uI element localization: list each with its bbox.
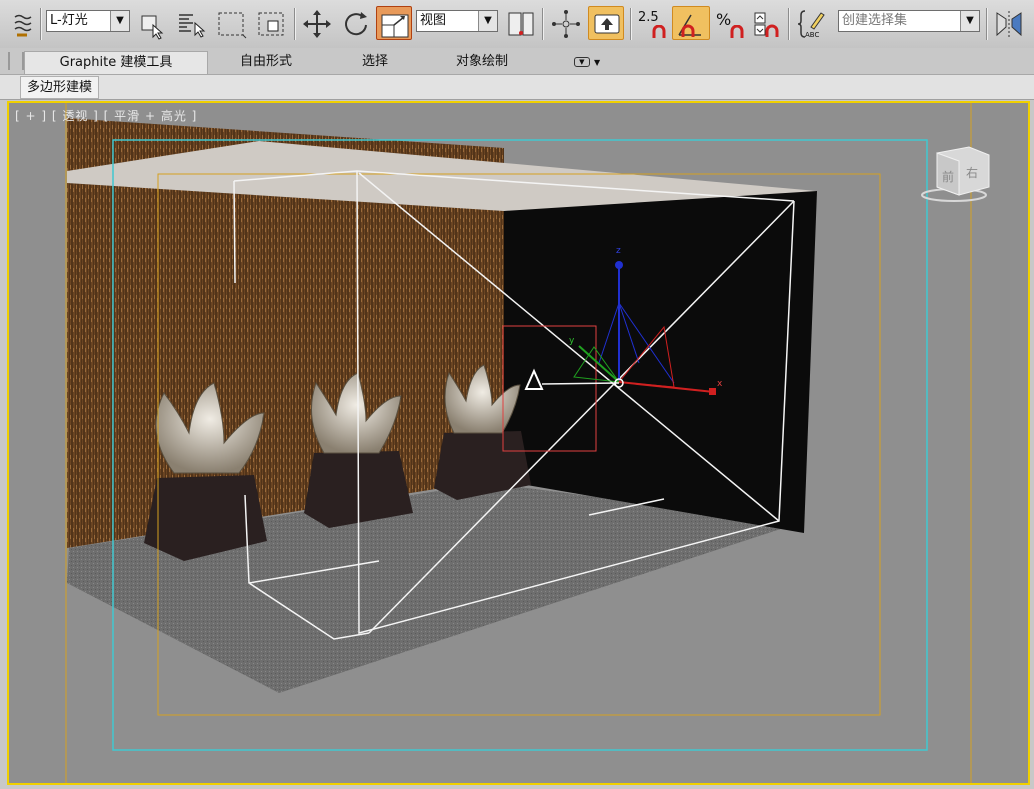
layers-icon bbox=[14, 14, 32, 37]
viewcube[interactable]: 前 右 bbox=[921, 146, 990, 202]
ribbon-toggle-button[interactable] bbox=[6, 6, 36, 40]
pivot-center-button[interactable] bbox=[504, 6, 536, 40]
magnet-icon bbox=[730, 25, 744, 38]
select-object-button[interactable] bbox=[136, 6, 166, 40]
mirror-button[interactable] bbox=[992, 6, 1024, 40]
viewcube-right[interactable]: 右 bbox=[966, 165, 978, 180]
move-button[interactable] bbox=[300, 6, 332, 40]
select-manipulate-button[interactable] bbox=[548, 6, 582, 40]
select-list-icon bbox=[179, 14, 206, 38]
chevron-down-icon[interactable]: ▼ bbox=[110, 11, 129, 31]
mirror-icon bbox=[996, 11, 1022, 37]
gizmo-x-label: x bbox=[717, 379, 723, 389]
selection-set-dropdown[interactable]: 创建选择集 ▼ bbox=[838, 10, 980, 32]
ribbon-grip[interactable] bbox=[8, 52, 24, 70]
selection-set-value: 创建选择集 bbox=[842, 13, 908, 28]
reference-coord-value: 视图 bbox=[420, 13, 447, 28]
viewport-scene[interactable]: x y z 前 右 bbox=[9, 103, 1028, 783]
rotate-icon bbox=[345, 12, 367, 36]
tab-object-paint[interactable]: 对象绘制 bbox=[432, 51, 532, 73]
tab-graphite-modeling[interactable]: Graphite 建模工具 bbox=[24, 51, 208, 74]
gizmo-y-label: y bbox=[569, 336, 575, 346]
ribbon-minimize-icon: ▼ bbox=[573, 56, 590, 67]
angle-snap-icon bbox=[678, 14, 701, 37]
tab-selection[interactable]: 选择 bbox=[330, 51, 420, 73]
move-icon bbox=[303, 10, 331, 38]
perspective-viewport[interactable]: x y z 前 右 [ + ] [ 透视 ] [ 平滑 + 高光 ] bbox=[7, 101, 1030, 785]
keyboard-shortcut-icon bbox=[594, 14, 620, 34]
edit-named-selection-button[interactable]: ABC bbox=[796, 6, 830, 40]
chevron-down-icon[interactable]: ▼ bbox=[478, 11, 497, 31]
dark-wall bbox=[504, 178, 817, 533]
spinner-snap-icon bbox=[754, 12, 779, 37]
main-toolbar: L-灯光 ▼ 视图 ▼ 2.5 % ABC 创建选择集 ▼ bbox=[0, 0, 1034, 49]
rect-selection-button[interactable] bbox=[214, 6, 248, 40]
panel-polygon-modeling[interactable]: 多边形建模 bbox=[20, 76, 100, 99]
layer-dropdown-value: L-灯光 bbox=[50, 13, 88, 28]
keyboard-shortcut-toggle[interactable] bbox=[588, 6, 624, 40]
rectangle-selection-icon bbox=[218, 12, 247, 39]
ribbon-tab-bar: Graphite 建模工具 自由形式 选择 对象绘制 ▼ ▼ bbox=[0, 48, 1034, 74]
chevron-down-icon: ▼ bbox=[593, 58, 601, 67]
ribbon-panel: 多边形建模 bbox=[0, 74, 1034, 100]
tab-freeform[interactable]: 自由形式 bbox=[216, 51, 316, 73]
rotate-button[interactable] bbox=[338, 6, 370, 40]
viewcube-front[interactable]: 前 bbox=[942, 169, 954, 184]
viewport-label[interactable]: [ + ] [ 透视 ] [ 平滑 + 高光 ] bbox=[15, 107, 197, 124]
scale-icon bbox=[381, 14, 409, 38]
chevron-down-icon[interactable]: ▼ bbox=[960, 11, 979, 31]
snap-value: 2.5 bbox=[638, 10, 659, 25]
reference-coord-dropdown[interactable]: 视图 ▼ bbox=[416, 10, 498, 32]
window-crossing-button[interactable] bbox=[254, 6, 288, 40]
pivot-center-icon bbox=[508, 12, 534, 36]
ribbon-options-button[interactable]: ▼ ▼ bbox=[562, 51, 612, 73]
select-cursor-icon bbox=[141, 15, 164, 40]
magnet-icon bbox=[652, 25, 666, 38]
scale-button[interactable] bbox=[376, 6, 412, 40]
panel-polygon-modeling-label: 多边形建模 bbox=[27, 80, 93, 95]
window-crossing-icon bbox=[258, 12, 284, 36]
abc-label: ABC bbox=[805, 31, 820, 39]
snap-toggle-button[interactable]: 2.5 bbox=[636, 6, 668, 40]
select-by-name-button[interactable] bbox=[174, 6, 208, 40]
angle-snap-toggle[interactable] bbox=[672, 6, 710, 40]
gizmo-z-label: z bbox=[616, 246, 621, 256]
manipulate-icon bbox=[552, 10, 580, 38]
layer-dropdown[interactable]: L-灯光 ▼ bbox=[46, 10, 130, 32]
spinner-snap-button[interactable] bbox=[750, 6, 782, 40]
percent-snap-button[interactable]: % bbox=[714, 6, 746, 40]
